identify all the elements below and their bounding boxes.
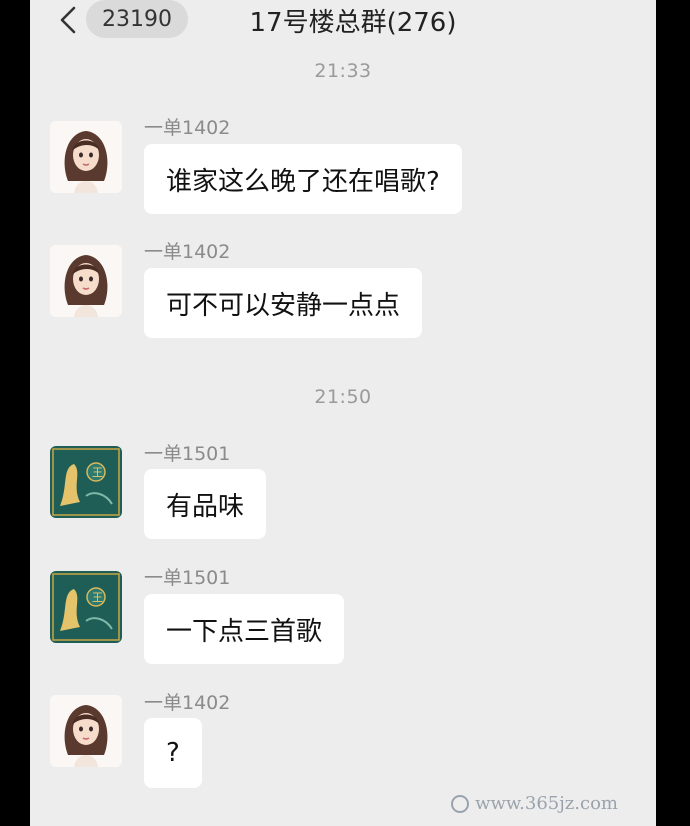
- timestamp: 21:33: [314, 60, 372, 82]
- girl-portrait-avatar-icon: [50, 245, 122, 317]
- girl-portrait-avatar-icon: [50, 695, 122, 767]
- chat-screen: 23190 17号楼总群(276) 21:33 一单1402 谁家这么晚了还在唱…: [30, 0, 656, 826]
- message-bubble[interactable]: 可不可以安静一点点: [144, 268, 423, 338]
- message-bubble[interactable]: 谁家这么晚了还在唱歌?: [144, 144, 462, 214]
- chat-header: 23190 17号楼总群(276): [30, 0, 656, 44]
- sender-name: 一单1402: [144, 117, 231, 139]
- sender-name: 一单1402: [144, 241, 231, 263]
- avatar[interactable]: 王: [50, 446, 122, 518]
- girl-portrait-avatar-icon: [50, 121, 122, 193]
- message-bubble[interactable]: 一下点三首歌: [144, 594, 345, 664]
- svg-text:王: 王: [92, 466, 103, 479]
- sender-name: 一单1402: [144, 692, 231, 714]
- watermark-logo-icon: [451, 794, 470, 813]
- sender-name: 一单1501: [144, 567, 231, 589]
- svg-text:王: 王: [92, 591, 103, 604]
- avatar[interactable]: [50, 695, 122, 767]
- jade-artwork-avatar-icon: 王: [50, 446, 122, 518]
- site-watermark: www.365jz.com: [451, 793, 618, 814]
- chat-title: 17号楼总群(276): [249, 8, 457, 38]
- avatar[interactable]: 王: [50, 571, 122, 643]
- message-bubble[interactable]: ?: [144, 718, 202, 788]
- sender-name: 一单1501: [144, 443, 231, 465]
- avatar[interactable]: [50, 121, 122, 193]
- timestamp: 21:50: [314, 386, 372, 408]
- watermark-text: www.365jz.com: [475, 793, 618, 814]
- avatar[interactable]: [50, 245, 122, 317]
- message-bubble[interactable]: 有品味: [144, 469, 267, 539]
- jade-artwork-avatar-icon: 王: [50, 571, 122, 643]
